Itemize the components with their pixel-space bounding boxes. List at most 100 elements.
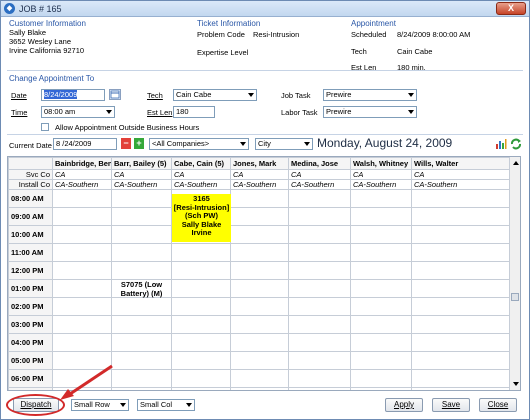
time-slot-cell[interactable] [411,387,512,390]
time-slot-cell[interactable] [111,369,172,388]
time-slot-cell[interactable] [288,315,351,334]
time-slot-cell[interactable] [230,207,289,226]
time-slot-cell[interactable] [411,243,512,262]
estlen-input[interactable]: 180 [173,106,215,118]
time-slot-cell[interactable] [230,333,289,352]
time-slot-cell[interactable] [111,225,172,244]
companies-select[interactable]: <All Companies> [149,138,249,150]
time-slot-cell[interactable] [411,261,512,280]
time-slot-cell[interactable] [350,207,412,226]
time-slot-cell[interactable] [411,189,512,208]
time-slot-cell[interactable] [52,225,112,244]
time-slot-cell[interactable] [52,279,112,298]
time-slot-cell[interactable] [52,261,112,280]
appointment-block-selected[interactable]: 3165 [Resi-Intrusion] (Sch PW) Sally Bla… [172,194,231,242]
current-date-field[interactable]: 8 /24/2009 [53,138,117,150]
time-slot-cell[interactable] [350,189,412,208]
scrollbar-thumb[interactable] [511,293,519,301]
time-slot-cell[interactable] [230,351,289,370]
time-slot-cell[interactable] [111,189,172,208]
time-slot-cell[interactable] [411,333,512,352]
time-slot-cell[interactable] [350,351,412,370]
time-slot-cell[interactable] [171,387,231,390]
time-slot-cell[interactable] [230,297,289,316]
time-slot-cell[interactable] [230,243,289,262]
time-slot-cell[interactable] [288,261,351,280]
time-slot-cell[interactable] [350,225,412,244]
next-day-button[interactable]: + [134,138,144,149]
time-slot-cell[interactable] [171,243,231,262]
time-select[interactable]: 08:00 am [41,106,115,118]
scroll-up-icon[interactable] [511,159,521,167]
column-header[interactable]: Medina, Jose [288,157,351,170]
time-slot-cell[interactable] [171,297,231,316]
col-size-select[interactable]: Small Col [137,399,195,411]
time-slot-cell[interactable] [52,315,112,334]
time-slot-cell[interactable] [350,315,412,334]
time-slot-cell[interactable] [350,387,412,390]
date-field[interactable]: 8/24/2009 [41,89,105,101]
time-slot-cell[interactable] [111,315,172,334]
time-slot-cell[interactable] [411,225,512,244]
time-slot-cell[interactable] [288,243,351,262]
time-slot-cell[interactable] [111,387,172,390]
time-slot-cell[interactable] [288,207,351,226]
time-slot-cell[interactable] [230,189,289,208]
time-slot-cell[interactable] [230,279,289,298]
time-slot-cell[interactable] [411,207,512,226]
time-slot-cell[interactable] [111,351,172,370]
column-header[interactable]: Cabe, Cain (5) [171,157,231,170]
time-slot-cell[interactable] [171,369,231,388]
close-button[interactable]: Close [479,398,517,412]
column-header[interactable]: Barr, Bailey (5) [111,157,172,170]
time-slot-cell[interactable] [411,297,512,316]
column-header[interactable]: Jones, Mark [230,157,289,170]
time-slot-cell[interactable] [411,315,512,334]
time-slot-cell[interactable] [171,261,231,280]
time-slot-cell[interactable] [288,387,351,390]
allow-outside-checkbox[interactable] [41,123,49,131]
time-slot-cell[interactable] [350,333,412,352]
time-slot-cell[interactable] [350,261,412,280]
time-slot-cell[interactable] [288,333,351,352]
time-slot-cell[interactable] [230,225,289,244]
column-header[interactable]: Walsh, Whitney [350,157,412,170]
time-slot-cell[interactable] [171,333,231,352]
time-slot-cell[interactable] [411,279,512,298]
time-slot-cell[interactable] [52,189,112,208]
apply-button[interactable]: Apply [385,398,423,412]
time-slot-cell[interactable] [111,261,172,280]
city-select[interactable]: City [255,138,313,150]
time-slot-cell[interactable] [288,369,351,388]
time-slot-cell[interactable] [52,207,112,226]
appointment-block-barr[interactable]: S7075 (Low Battery) (M) [112,280,171,298]
save-button[interactable]: Save [432,398,470,412]
prev-day-button[interactable]: − [121,138,131,149]
time-slot-cell[interactable] [111,207,172,226]
vertical-scrollbar[interactable] [509,157,520,390]
column-header[interactable]: Bainbridge, Ben [52,157,112,170]
time-slot-cell[interactable] [288,351,351,370]
time-slot-cell[interactable] [230,315,289,334]
time-slot-cell[interactable] [111,297,172,316]
time-slot-cell[interactable] [350,369,412,388]
time-slot-cell[interactable] [52,243,112,262]
column-header[interactable]: Wills, Walter [411,157,512,170]
window-close-button[interactable]: X [496,2,526,15]
scroll-down-icon[interactable] [511,380,521,388]
refresh-icon[interactable] [510,138,522,150]
time-slot-cell[interactable] [52,297,112,316]
time-slot-cell[interactable] [350,297,412,316]
time-slot-cell[interactable] [411,369,512,388]
jobtask-select[interactable]: Prewire [323,89,417,101]
time-slot-cell[interactable] [288,189,351,208]
chart-icon[interactable] [495,138,507,150]
time-slot-cell[interactable] [230,369,289,388]
time-slot-cell[interactable] [288,225,351,244]
time-slot-cell[interactable] [171,279,231,298]
time-slot-cell[interactable] [230,387,289,390]
time-slot-cell[interactable] [52,333,112,352]
time-slot-cell[interactable] [111,333,172,352]
tech-select[interactable]: Cain Cabe [173,89,257,101]
labortask-select[interactable]: Prewire [323,106,417,118]
